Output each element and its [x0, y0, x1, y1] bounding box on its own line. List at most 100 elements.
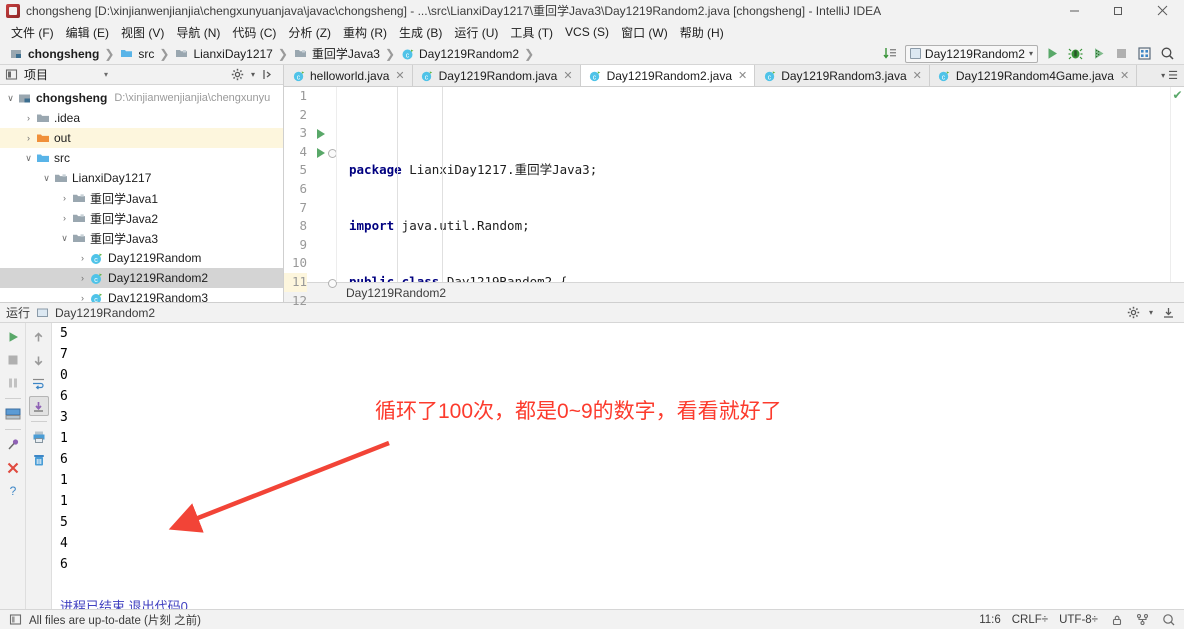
tree-item-src[interactable]: ∨ src [0, 148, 283, 168]
menu-window[interactable]: 窗口 (W) [615, 22, 674, 43]
sort-icon[interactable] [882, 45, 899, 62]
editor-tab-day1219random2[interactable]: c Day1219Random2.java ✕ [581, 65, 756, 86]
inspection-ok-icon[interactable]: ✔ [1172, 89, 1182, 101]
gear-icon[interactable] [230, 67, 245, 82]
debug-icon[interactable] [1067, 45, 1084, 62]
menu-navigate[interactable]: 导航 (N) [170, 22, 226, 43]
menu-view[interactable]: 视图 (V) [115, 22, 170, 43]
soft-wrap-icon[interactable] [29, 373, 49, 393]
tree-item-day1219random[interactable]: › c Day1219Random [0, 248, 283, 268]
chevron-right-icon[interactable]: › [58, 193, 71, 203]
chevron-right-icon[interactable]: › [22, 113, 35, 123]
close-icon[interactable] [1140, 0, 1184, 21]
gear-dropdown-icon[interactable]: ▾ [251, 70, 255, 79]
menu-tools[interactable]: 工具 (T) [504, 22, 559, 43]
layout-icon[interactable] [1136, 45, 1153, 62]
rerun-icon[interactable] [3, 327, 23, 347]
clear-all-icon[interactable] [29, 450, 49, 470]
tree-item-zhonghuixuejava3[interactable]: ∨ 重回学Java3 [0, 228, 283, 248]
chevron-right-icon[interactable]: › [22, 133, 35, 143]
gutter-markers[interactable] [312, 87, 336, 282]
tree-item-chongsheng[interactable]: ∨ chongsheng D:\xinjianwenjianjia\chengx… [0, 88, 283, 108]
editor-tab-helloworld[interactable]: c helloworld.java ✕ [284, 65, 413, 86]
chevron-right-icon[interactable]: › [76, 293, 89, 302]
close-icon[interactable]: ✕ [913, 69, 922, 82]
tree-item-zhonghuixuejava1[interactable]: › 重回学Java1 [0, 188, 283, 208]
build-icon[interactable] [8, 612, 23, 627]
tree-item-day1219random2[interactable]: › c Day1219Random2 [0, 268, 283, 288]
gear-dropdown-icon[interactable]: ▾ [1149, 308, 1153, 317]
menu-file[interactable]: 文件 (F) [5, 22, 60, 43]
help-icon[interactable]: ? [3, 481, 23, 501]
tree-item-idea[interactable]: › .idea [0, 108, 283, 128]
breadcrumb-item-chongsheng[interactable]: chongsheng [6, 46, 102, 61]
chevron-right-icon[interactable]: › [58, 213, 71, 223]
chevron-down-icon[interactable]: ∨ [40, 173, 53, 184]
run-icon[interactable] [1044, 45, 1061, 62]
code-editor[interactable]: 1 2 3 4 5 6 7 8 9 10 11 12 [284, 87, 1184, 282]
scroll-to-end-icon[interactable] [29, 396, 49, 416]
run-gutter-icon[interactable] [317, 148, 325, 158]
chevron-down-icon[interactable]: ∨ [58, 233, 71, 244]
project-tree[interactable]: ∨ chongsheng D:\xinjianwenjianjia\chengx… [0, 85, 283, 302]
breadcrumb-item-lianxiday1217[interactable]: LianxiDay1217 [171, 46, 275, 61]
minimize-icon[interactable] [1052, 0, 1096, 21]
run-tab-label[interactable]: Day1219Random2 [55, 306, 155, 320]
maximize-icon[interactable] [1096, 0, 1140, 21]
hide-icon[interactable] [1161, 305, 1176, 320]
restore-layout-icon[interactable] [3, 404, 23, 424]
breadcrumb-item-src[interactable]: src [116, 46, 157, 61]
code-text[interactable]: package LianxiDay1217.重回学Java3; import j… [336, 87, 1170, 282]
print-icon[interactable] [29, 427, 49, 447]
close-icon[interactable]: ✕ [1120, 69, 1129, 82]
close-icon[interactable]: ✕ [563, 69, 572, 82]
lock-icon[interactable] [1109, 612, 1124, 627]
console-output[interactable]: 5 7 0 6 3 1 6 1 1 5 4 6 进程已结束,退出代码0 循环了1… [52, 323, 1184, 609]
menu-vcs[interactable]: VCS (S) [559, 23, 615, 41]
chevron-down-icon[interactable]: ▾ [1161, 71, 1165, 80]
editor-breadcrumb[interactable]: Day1219Random2 [284, 282, 1184, 302]
menu-build[interactable]: 生成 (B) [393, 22, 448, 43]
line-separator[interactable]: CRLF÷ [1012, 614, 1048, 626]
chevron-right-icon[interactable]: › [76, 273, 89, 283]
editor-gutter[interactable]: 1 2 3 4 5 6 7 8 9 10 11 12 [284, 87, 336, 282]
search-everywhere-icon[interactable] [1161, 612, 1176, 627]
menu-edit[interactable]: 编辑 (E) [60, 22, 115, 43]
tree-item-lianxiday1217[interactable]: ∨ LianxiDay1217 [0, 168, 283, 188]
collapse-dropdown-icon[interactable]: ▾ [104, 70, 108, 79]
caret-position[interactable]: 11:6 [979, 614, 1001, 626]
chevron-down-icon[interactable]: ∨ [4, 93, 17, 104]
breadcrumb-item-zhonghuixuejava3[interactable]: 重回学Java3 [290, 45, 383, 62]
editor-tab-day1219random4game[interactable]: c Day1219Random4Game.java ✕ [930, 65, 1137, 86]
menu-help[interactable]: 帮助 (H) [674, 22, 730, 43]
hide-icon[interactable] [261, 67, 276, 82]
breadcrumb-item-day1219random2[interactable]: c Day1219Random2 [397, 46, 522, 61]
scroll-up-icon[interactable] [29, 327, 49, 347]
chevron-right-icon[interactable]: › [76, 253, 89, 263]
menu-analyze[interactable]: 分析 (Z) [282, 22, 337, 43]
run-tool-window-label[interactable]: 运行 [6, 304, 30, 321]
chevron-down-icon[interactable]: ∨ [22, 153, 35, 164]
tree-item-zhonghuixuejava2[interactable]: › 重回学Java2 [0, 208, 283, 228]
menu-run[interactable]: 运行 (U) [448, 22, 504, 43]
search-icon[interactable] [1159, 45, 1176, 62]
run-gutter-icon[interactable] [317, 129, 325, 139]
pin-icon[interactable] [3, 435, 23, 455]
editor-tabs-overflow[interactable]: ▾ ☰ [1155, 65, 1184, 86]
close-icon[interactable]: ✕ [738, 69, 747, 82]
gear-icon[interactable] [1126, 305, 1141, 320]
branch-icon[interactable] [1135, 612, 1150, 627]
editor-inspection-bar[interactable]: ✔ [1170, 87, 1184, 282]
editor-tab-day1219random3[interactable]: c Day1219Random3.java ✕ [755, 65, 930, 86]
encoding[interactable]: UTF-8÷ [1059, 614, 1098, 626]
scroll-down-icon[interactable] [29, 350, 49, 370]
tree-item-out[interactable]: › out [0, 128, 283, 148]
menu-refactor[interactable]: 重构 (R) [337, 22, 393, 43]
coverage-icon[interactable] [1090, 45, 1107, 62]
menu-code[interactable]: 代码 (C) [226, 22, 282, 43]
editor-tab-day1219random[interactable]: c Day1219Random.java ✕ [413, 65, 581, 86]
tree-item-day1219random3[interactable]: › c Day1219Random3 [0, 288, 283, 302]
tab-list-icon[interactable]: ☰ [1168, 69, 1178, 82]
close-icon[interactable]: ✕ [395, 69, 404, 82]
run-configuration-selector[interactable]: Day1219Random2 ▾ [905, 45, 1038, 63]
